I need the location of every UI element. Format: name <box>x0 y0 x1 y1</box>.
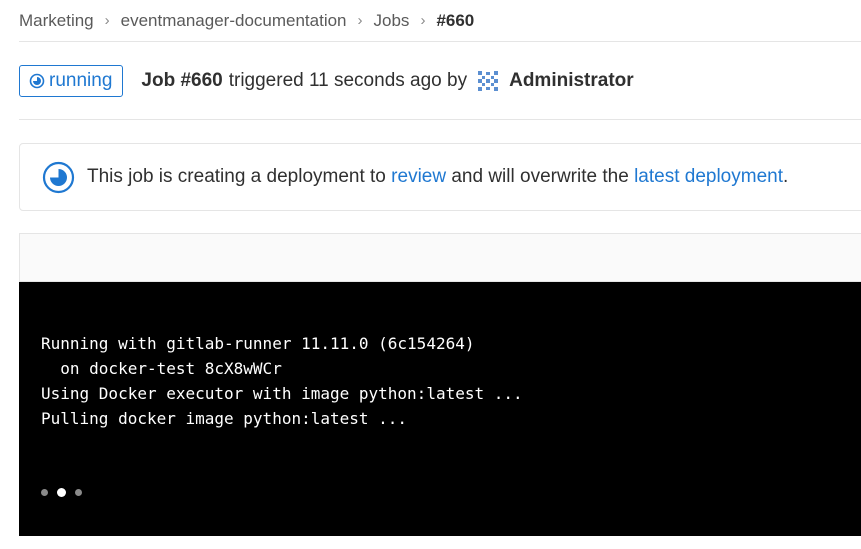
breadcrumb: Marketing › eventmanager-documentation ›… <box>19 0 861 42</box>
triggered-text: triggered 11 seconds ago by <box>228 69 468 91</box>
breadcrumb-current[interactable]: #660 <box>436 11 474 31</box>
running-status-icon <box>29 73 45 89</box>
log-lines: Running with gitlab-runner 11.11.0 (6c15… <box>41 331 523 431</box>
log-line: Running with gitlab-runner 11.11.0 (6c15… <box>41 334 475 353</box>
job-header: running Job #660 triggered 11 seconds ag… <box>19 42 861 120</box>
job-log: Running with gitlab-runner 11.11.0 (6c15… <box>19 282 861 536</box>
user-link[interactable]: Administrator <box>509 70 634 92</box>
log-line: on docker-test 8cX8wWCr <box>41 359 282 378</box>
latest-deployment-link[interactable]: latest deployment <box>634 166 783 188</box>
log-toolbar <box>19 233 861 282</box>
status-badge-label: running <box>49 69 113 91</box>
breadcrumb-jobs[interactable]: Jobs <box>374 11 410 31</box>
job-title: Job #660 triggered 11 seconds ago by Adm… <box>141 68 634 94</box>
chevron-right-icon: › <box>104 12 110 29</box>
loading-dot <box>57 488 66 497</box>
deployment-text-before: This job is creating a deployment to <box>87 166 386 187</box>
deployment-info-box: This job is creating a deployment to rev… <box>19 143 861 211</box>
deployment-text-after: . <box>782 166 789 187</box>
chevron-right-icon: › <box>420 12 426 29</box>
avatar[interactable] <box>475 68 501 94</box>
loading-dot <box>75 489 82 496</box>
log-line: Pulling docker image python:latest ... <box>41 409 408 428</box>
job-id: Job #660 <box>141 69 223 91</box>
environment-link[interactable]: review <box>391 166 446 188</box>
deployment-text-middle: and will overwrite the <box>451 166 629 187</box>
breadcrumb-group[interactable]: Marketing <box>19 11 94 31</box>
log-line: Using Docker executor with image python:… <box>41 384 523 403</box>
loading-dot <box>41 489 48 496</box>
chevron-right-icon: › <box>357 12 363 29</box>
status-badge[interactable]: running <box>19 64 124 97</box>
loading-dots-icon <box>41 488 82 497</box>
deployment-running-icon <box>42 161 75 194</box>
breadcrumb-project[interactable]: eventmanager-documentation <box>121 11 347 31</box>
